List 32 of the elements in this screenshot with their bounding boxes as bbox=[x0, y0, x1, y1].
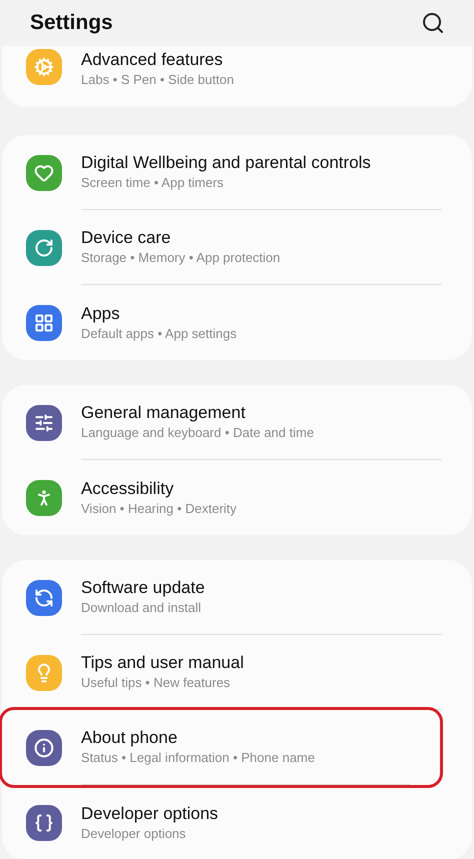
item-title: Tips and user manual bbox=[81, 652, 245, 674]
item-title: General management bbox=[81, 402, 246, 424]
item-subtitle: Screen time • App timers bbox=[81, 174, 225, 192]
item-subtitle: Developer options bbox=[81, 824, 187, 842]
settings-item[interactable]: Advanced features Labs • S Pen • Side button bbox=[2, 46, 472, 107]
item-subtitle: Labs • S Pen • Side button bbox=[81, 71, 235, 89]
page-title: Settings bbox=[30, 10, 113, 36]
settings-item[interactable]: Accessibility Vision • Hearing • Dexterity bbox=[2, 460, 472, 535]
item-title: Developer options bbox=[81, 802, 220, 824]
settings-item[interactable]: About phone Status • Legal information • Phone name bbox=[2, 710, 440, 785]
item-title: Software update bbox=[81, 577, 206, 599]
item-subtitle: Storage • Memory • App protection bbox=[81, 249, 282, 267]
item-title: About phone bbox=[81, 727, 178, 749]
settings-item[interactable]: Developer options Developer options bbox=[2, 785, 472, 859]
item-subtitle: Download and install bbox=[81, 599, 202, 617]
item-subtitle: Vision • Hearing • Dexterity bbox=[81, 500, 238, 518]
search-button[interactable] bbox=[420, 10, 446, 36]
settings-item[interactable]: Device care Storage • Memory • App protection bbox=[2, 210, 472, 285]
settings-item[interactable]: Apps Default apps • App settings bbox=[2, 285, 472, 360]
item-title: Device care bbox=[81, 227, 172, 249]
settings-item[interactable]: Digital Wellbeing and parental controls Screen time • App timers bbox=[2, 135, 472, 210]
item-title: Accessibility bbox=[81, 478, 175, 500]
settings-item[interactable]: Software update Download and install bbox=[2, 560, 472, 635]
item-subtitle: Language and keyboard • Date and time bbox=[81, 424, 315, 442]
item-title: Digital Wellbeing and parental controls bbox=[81, 152, 372, 174]
item-title: Advanced features bbox=[81, 49, 224, 71]
item-subtitle: Status • Legal information • Phone name bbox=[81, 749, 316, 767]
settings-item[interactable]: General management Language and keyboard • Date and time bbox=[2, 385, 472, 460]
item-subtitle: Useful tips • New features bbox=[81, 674, 232, 692]
settings-item[interactable]: Tips and user manual Useful tips • New features bbox=[2, 635, 472, 710]
item-title: Apps bbox=[81, 302, 121, 324]
item-subtitle: Default apps • App settings bbox=[81, 324, 238, 342]
